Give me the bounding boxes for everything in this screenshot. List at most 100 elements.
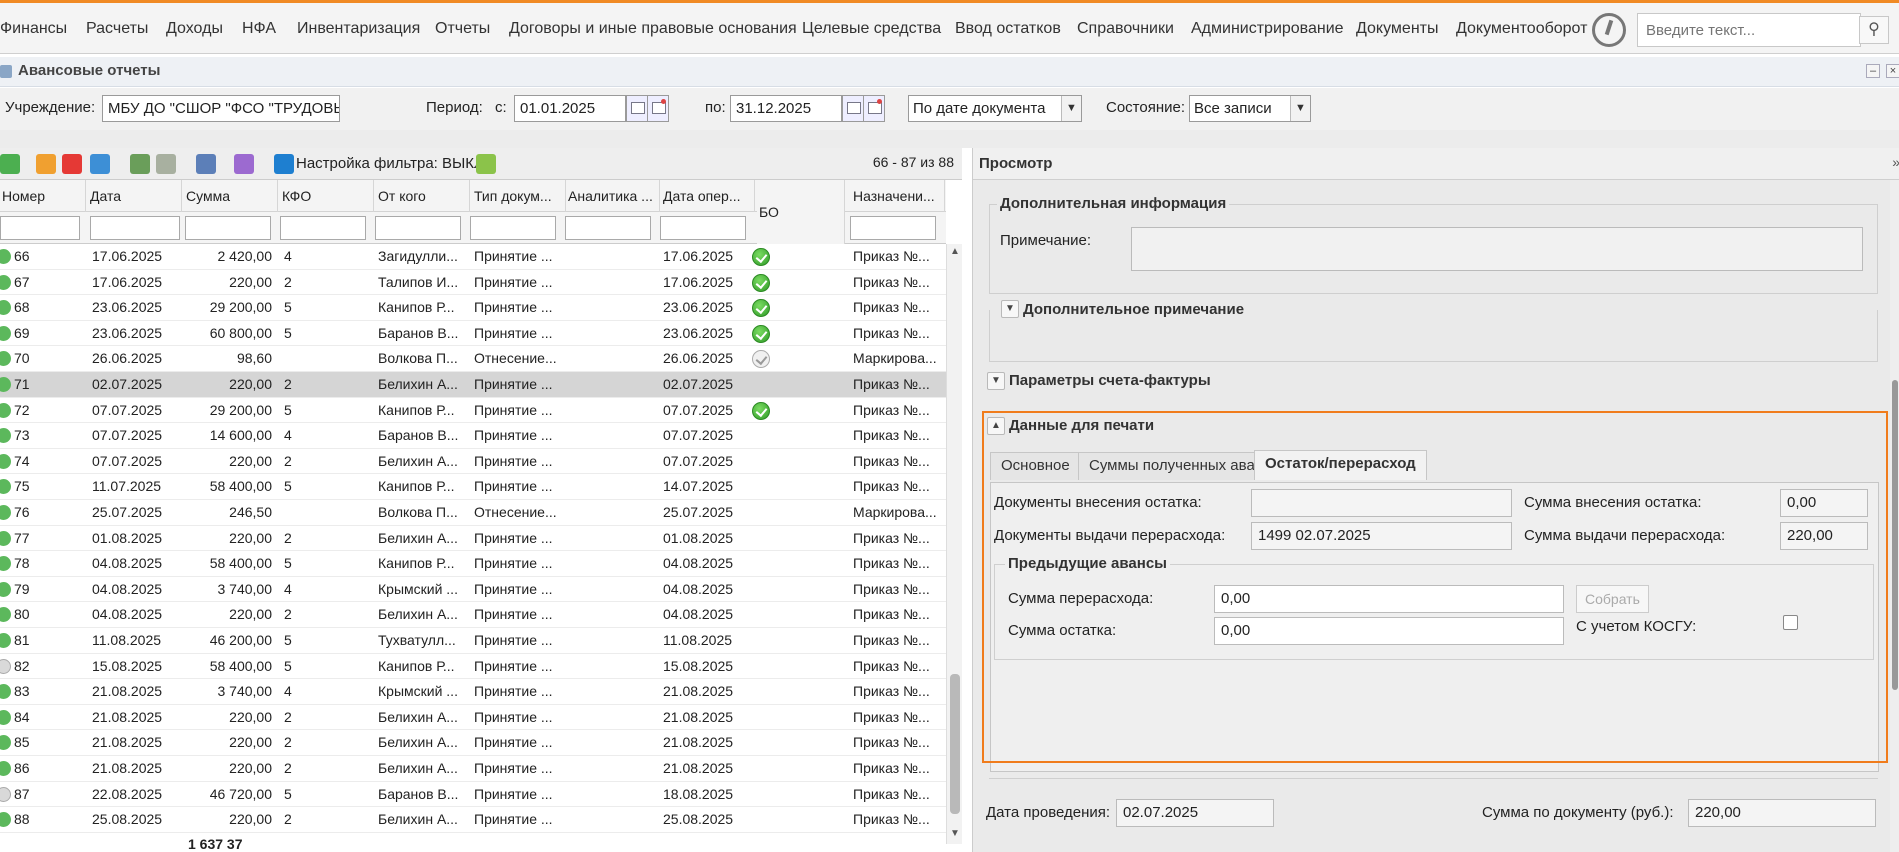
- table-row[interactable]: 69 23.06.2025 60 800,00 5 Баранов В... Принят…: [0, 321, 946, 347]
- calendar-icon[interactable]: [626, 95, 648, 122]
- table-row[interactable]: 80 04.08.2025 220,00 2 Белихин А... Принятие …: [0, 602, 946, 628]
- col-op-date[interactable]: Дата опер...: [661, 180, 755, 212]
- invoice-params-title[interactable]: Параметры счета-фактуры: [1006, 372, 1214, 389]
- menu-contracts[interactable]: Договоры и иные правовые основания: [509, 3, 797, 54]
- menu-target-funds[interactable]: Целевые средства: [802, 3, 941, 54]
- filter-from-input[interactable]: [375, 216, 461, 240]
- add-icon[interactable]: [0, 154, 20, 174]
- col-from[interactable]: От кого: [376, 180, 470, 212]
- table-row[interactable]: 84 21.08.2025 220,00 2 Белихин А... Принятие …: [0, 705, 946, 731]
- table-row[interactable]: 77 01.08.2025 220,00 2 Белихин А... Принятие …: [0, 526, 946, 552]
- settings-icon[interactable]: [234, 154, 254, 174]
- scroll-down-icon[interactable]: ▼: [950, 828, 960, 839]
- col-analytics[interactable]: Аналитика ...: [566, 180, 660, 212]
- filter-kfo-input[interactable]: [280, 216, 366, 240]
- col-doc-type[interactable]: Тип докум...: [472, 180, 566, 212]
- post-icon[interactable]: [130, 154, 150, 174]
- table-row[interactable]: 85 21.08.2025 220,00 2 Белихин А... Принятие …: [0, 730, 946, 756]
- collect-button[interactable]: Собрать: [1576, 585, 1649, 613]
- minimize-icon[interactable]: –: [1866, 64, 1880, 78]
- table-row[interactable]: 81 11.08.2025 46 200,00 5 Тухватулл... Принят…: [0, 628, 946, 654]
- prev-remainder-field[interactable]: 0,00: [1214, 617, 1564, 645]
- print-data-title[interactable]: Данные для печати: [1006, 417, 1158, 434]
- date-mode-select[interactable]: По дате документа ▼: [908, 95, 1082, 122]
- menu-administration[interactable]: Администрирование: [1191, 3, 1344, 54]
- menu-document-flow[interactable]: Документооборот: [1456, 3, 1587, 54]
- table-row[interactable]: 66 17.06.2025 2 420,00 4 Загидулли... Приняти…: [0, 244, 946, 270]
- note-field[interactable]: [1131, 227, 1863, 271]
- table-row[interactable]: 76 25.07.2025 246,50 Волкова П... Отнесение.…: [0, 500, 946, 526]
- menu-finance[interactable]: Финансы: [0, 3, 67, 54]
- search-input[interactable]: [1638, 14, 1860, 46]
- menu-calculations[interactable]: Расчеты: [86, 3, 148, 54]
- expand-icon[interactable]: ▼: [987, 372, 1005, 390]
- filter-number-input[interactable]: [0, 216, 80, 240]
- table-row[interactable]: 79 04.08.2025 3 740,00 4 Крымский ... Приняти…: [0, 577, 946, 603]
- scroll-up-icon[interactable]: ▲: [950, 246, 960, 257]
- table-row[interactable]: 71 02.07.2025 220,00 2 Белихин А... Принятие …: [0, 372, 946, 398]
- preview-scrollbar[interactable]: [1890, 180, 1899, 852]
- menu-directories[interactable]: Справочники: [1077, 3, 1174, 54]
- filter-sum-input[interactable]: [185, 216, 271, 240]
- menu-inventory[interactable]: Инвентаризация: [297, 3, 420, 54]
- table-row[interactable]: 83 21.08.2025 3 740,00 4 Крымский ... Приняти…: [0, 679, 946, 705]
- filter-opdate-input[interactable]: [660, 216, 746, 240]
- table-row[interactable]: 88 25.08.2025 220,00 2 Белихин А... Принятие …: [0, 807, 946, 833]
- scrollbar-thumb[interactable]: [1892, 380, 1898, 690]
- period-from-field[interactable]: 01.01.2025: [514, 95, 626, 122]
- docs-overspend-field[interactable]: 1499 02.07.2025: [1251, 522, 1512, 550]
- table-row[interactable]: 68 23.06.2025 29 200,00 5 Канипов Р... Принят…: [0, 295, 946, 321]
- collapse-panel-icon[interactable]: »: [1892, 154, 1899, 170]
- menu-opening-balances[interactable]: Ввод остатков: [955, 3, 1061, 54]
- table-row[interactable]: 87 22.08.2025 46 720,00 5 Баранов В... Принят…: [0, 782, 946, 808]
- col-kfo[interactable]: КФО: [280, 180, 374, 212]
- edit-icon[interactable]: [36, 154, 56, 174]
- table-row[interactable]: 72 07.07.2025 29 200,00 5 Канипов Р... Принят…: [0, 398, 946, 424]
- copy-icon[interactable]: [90, 154, 110, 174]
- tab-remainder-overspend[interactable]: Остаток/перерасход: [1254, 450, 1427, 480]
- filter-type-input[interactable]: [470, 216, 556, 240]
- collapse-icon[interactable]: ▲: [987, 417, 1005, 435]
- filter-icon[interactable]: [274, 154, 294, 174]
- delete-icon[interactable]: [62, 154, 82, 174]
- period-to-field[interactable]: 31.12.2025: [730, 95, 842, 122]
- filter-analytics-input[interactable]: [565, 216, 651, 240]
- clear-date-icon[interactable]: [863, 95, 885, 122]
- filter-date-input[interactable]: [90, 216, 180, 240]
- menu-reports[interactable]: Отчеты: [435, 3, 490, 54]
- col-bo[interactable]: БО: [757, 180, 845, 244]
- table-row[interactable]: 82 15.08.2025 58 400,00 5 Канипов Р... Принят…: [0, 654, 946, 680]
- prev-overspend-field[interactable]: 0,00: [1214, 585, 1564, 613]
- posting-date-field[interactable]: 02.07.2025: [1116, 799, 1274, 827]
- close-icon[interactable]: ×: [1886, 64, 1899, 78]
- state-select[interactable]: Все записи ▼: [1189, 95, 1311, 122]
- kosgu-checkbox[interactable]: [1783, 615, 1798, 630]
- table-row[interactable]: 74 07.07.2025 220,00 2 Белихин А... Принятие …: [0, 449, 946, 475]
- tab-main[interactable]: Основное: [990, 452, 1081, 480]
- filter-purpose-input[interactable]: [850, 216, 936, 240]
- col-number[interactable]: Номер: [0, 180, 86, 212]
- table-row[interactable]: 67 17.06.2025 220,00 2 Талипов И... Принятие …: [0, 270, 946, 296]
- menu-nfa[interactable]: НФА: [242, 3, 276, 54]
- unpost-icon[interactable]: [156, 154, 176, 174]
- doc-sum-field[interactable]: 220,00: [1688, 799, 1876, 827]
- sum-remainder-field[interactable]: 0,00: [1780, 489, 1868, 517]
- col-sum[interactable]: Сумма: [184, 180, 278, 212]
- clock-icon[interactable]: [1592, 13, 1626, 47]
- menu-income[interactable]: Доходы: [166, 3, 223, 54]
- table-row[interactable]: 73 07.07.2025 14 600,00 4 Баранов В... Принят…: [0, 423, 946, 449]
- filter-setting-label[interactable]: Настройка фильтра: ВЫКЛ: [296, 155, 484, 172]
- print-icon[interactable]: [196, 154, 216, 174]
- grid-scrollbar[interactable]: ▲ ▼: [946, 244, 962, 844]
- col-date[interactable]: Дата: [88, 180, 182, 212]
- clear-date-icon[interactable]: [647, 95, 669, 122]
- table-row[interactable]: 86 21.08.2025 220,00 2 Белихин А... Принятие …: [0, 756, 946, 782]
- col-purpose[interactable]: Назначени...: [851, 180, 945, 212]
- docs-remainder-field[interactable]: [1251, 489, 1512, 517]
- search-icon[interactable]: ⚲: [1859, 16, 1889, 44]
- sum-overspend-field[interactable]: 220,00: [1780, 522, 1868, 550]
- scrollbar-thumb[interactable]: [950, 674, 960, 814]
- calendar-icon[interactable]: [842, 95, 864, 122]
- table-row[interactable]: 70 26.06.2025 98,60 Волкова П... Отнесение..…: [0, 346, 946, 372]
- menu-documents[interactable]: Документы: [1356, 3, 1438, 54]
